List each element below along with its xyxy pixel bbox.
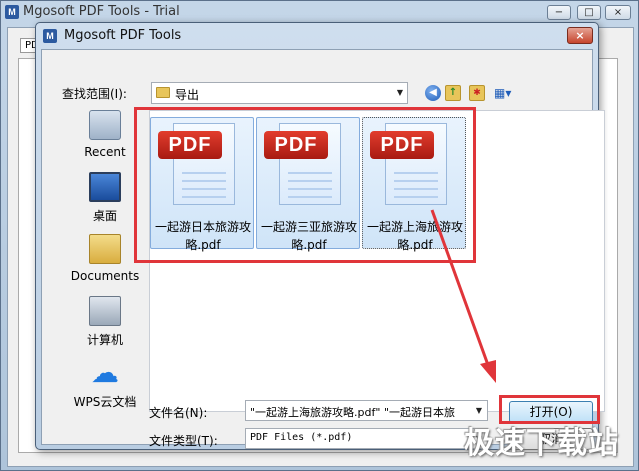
file-type-label: 文件类型(T): xyxy=(149,434,218,448)
place-label: WPS云文档 xyxy=(73,395,137,409)
back-arrow-icon[interactable]: ◀ xyxy=(425,85,441,101)
place-wps-cloud[interactable]: ☁ WPS云文档 xyxy=(62,358,148,416)
chevron-down-icon[interactable]: ▼ xyxy=(397,88,403,97)
view-menu-icon[interactable]: ▦▾ xyxy=(494,85,518,101)
main-close-button[interactable]: × xyxy=(605,5,631,20)
look-in-label: 查找范围(I): xyxy=(62,87,127,101)
place-label: 计算机 xyxy=(86,333,123,347)
place-label: Documents xyxy=(70,269,140,283)
desktop-icon xyxy=(89,172,121,202)
file-type-value: PDF Files (*.pdf) xyxy=(250,432,353,443)
computer-icon xyxy=(89,296,121,326)
maximize-button[interactable]: □ xyxy=(577,5,601,20)
file-name-label: 文件名(N): xyxy=(149,406,208,420)
dialog-close-button[interactable]: × xyxy=(567,27,593,44)
file-name-value: "一起游上海旅游攻略.pdf" "一起游日本旅 xyxy=(250,406,456,419)
documents-icon xyxy=(89,234,121,264)
folder-icon xyxy=(156,87,170,98)
file-name-input[interactable]: "一起游上海旅游攻略.pdf" "一起游日本旅 ▼ xyxy=(245,400,488,421)
dialog-body: 查找范围(I): 导出 ▼ ◀ ↑ ✱ ▦▾ Recent 桌面 Documen… xyxy=(41,49,605,450)
up-folder-icon[interactable]: ↑ xyxy=(445,85,461,101)
look-in-value: 导出 xyxy=(175,88,200,102)
selection-highlight-box xyxy=(134,107,476,263)
file-type-select[interactable]: PDF Files (*.pdf) ▼ xyxy=(245,428,488,449)
place-computer[interactable]: 计算机 xyxy=(62,296,148,354)
cloud-icon: ☁ xyxy=(91,356,119,389)
recent-places-icon xyxy=(89,110,121,140)
watermark: 极速下载站 xyxy=(464,426,619,461)
open-file-dialog: M Mgosoft PDF Tools × 查找范围(I): 导出 ▼ ◀ ↑ … xyxy=(35,22,605,450)
dialog-title: Mgosoft PDF Tools xyxy=(64,28,182,43)
new-folder-icon[interactable]: ✱ xyxy=(469,85,485,101)
dialog-logo-icon: M xyxy=(43,29,57,43)
minimize-button[interactable]: − xyxy=(547,5,571,20)
main-window-title: Mgosoft PDF Tools - Trial xyxy=(23,4,180,19)
look-in-dropdown[interactable]: 导出 ▼ xyxy=(151,82,408,104)
app-logo-icon: M xyxy=(5,5,19,19)
